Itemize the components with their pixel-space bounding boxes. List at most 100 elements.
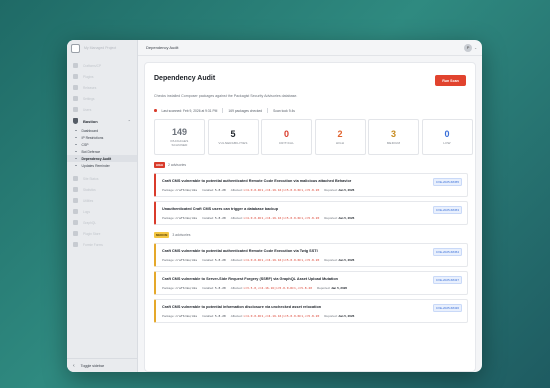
sidebar-item-label: Plugins <box>83 74 94 79</box>
stat-value: 5 <box>230 128 236 139</box>
stat-label-line: SCANNED <box>171 142 188 147</box>
package-label: Package: <box>162 258 175 262</box>
stat-high: 2 HIGH <box>314 119 366 155</box>
sidebar-item-blurred-9[interactable]: GraphQL <box>67 217 137 228</box>
vulnerability-details: Package: craftcms/cms Installed: 5.8.20 … <box>162 286 347 290</box>
sidebar-item-label: Bastion <box>83 118 98 124</box>
stat-vulnerabilities: 5 VULNERABILITIES <box>207 119 259 155</box>
severity-badge-medium: MEDIUM <box>154 232 170 238</box>
vulnerability-row[interactable]: Craft CMS vulnerable to potential authen… <box>154 173 468 197</box>
sidebar-item-label: Dashboard <box>81 128 99 133</box>
nav-icon <box>73 198 78 203</box>
package-name: craftcms/cms <box>175 286 198 290</box>
cve-badge[interactable]: CVE-2025-68455 <box>432 178 462 186</box>
stat-label: PACKAGES SCANNED <box>171 139 189 147</box>
nav-icon <box>73 231 78 236</box>
sidebar-item-blurred-0[interactable]: Craftcms/CP <box>67 60 137 71</box>
sidebar-subitem-updates-reminder[interactable]: Updates Reminder <box>67 162 137 169</box>
stat-value: 0 <box>283 128 289 139</box>
avatar[interactable]: P <box>464 43 473 52</box>
toggle-sidebar-button[interactable]: ‹ Toggle sidebar <box>67 358 138 372</box>
sidebar-item-blurred-4[interactable]: Users <box>67 104 137 115</box>
affected-range: >=3.5.0,<=4.16.16|>=5.0.0-RC1,<=5.8.20 <box>243 286 313 290</box>
status-dot-icon <box>154 109 157 112</box>
sidebar-item-label: Formie Forms <box>83 242 103 247</box>
stat-low: 0 LOW <box>421 119 473 155</box>
installed-version: 5.8.20 <box>214 216 226 220</box>
vulnerability-row[interactable]: Craft CMS vulnerable to potential inform… <box>154 299 468 323</box>
vulnerability-row[interactable]: Unauthenticated Craft CMS users can trig… <box>154 201 468 225</box>
sidebar-item-label: Craftcms/CP <box>83 63 102 68</box>
cve-badge[interactable]: CVE-2025-68454 <box>432 248 462 256</box>
installed-version: 5.8.20 <box>214 188 226 192</box>
sidebar-item-blurred-3[interactable]: Settings <box>67 93 137 104</box>
installed-info: Installed: 5.8.20 <box>202 286 226 290</box>
reported-label: Reported: <box>324 188 338 192</box>
reported-label: Reported: <box>317 286 331 290</box>
sidebar-item-label: Users <box>83 107 92 112</box>
sidebar-item-label: IP Restrictions <box>81 135 104 140</box>
vulnerability-row[interactable]: Craft CMS vulnerable to Server-Side Requ… <box>154 271 468 295</box>
sidebar-item-blurred-11[interactable]: Formie Forms <box>67 239 137 250</box>
page-subtitle: Checks installed Composer packages again… <box>154 94 298 98</box>
affected-info: Affected: >=4.0.0-RC1,<=4.16.16|>=5.0.0-… <box>231 216 320 220</box>
affected-label: Affected: <box>230 216 243 220</box>
sidebar-item-label: Site Status <box>83 176 99 181</box>
advisory-count: 3 advisories <box>172 233 191 237</box>
advisory-count: 2 advisories <box>168 163 187 167</box>
package-label: Package: <box>162 314 175 318</box>
cve-badge[interactable]: CVE-2025-68437 <box>432 276 462 284</box>
package-info: Package: craftcms/cms <box>162 258 197 262</box>
stat-label: MEDIUM <box>386 140 401 145</box>
sidebar-item-blurred-10[interactable]: Plugin Store <box>67 228 137 239</box>
cve-badge[interactable]: CVE-2025-68436 <box>432 304 462 312</box>
vulnerability-details: Package: craftcms/cms Installed: 5.8.20 … <box>162 314 354 318</box>
sidebar-item-blurred-2[interactable]: Releases <box>67 82 137 93</box>
sidebar-item-blurred-5[interactable]: Site Status <box>67 173 137 184</box>
reported-date: Jan 5, 2026 <box>338 188 355 192</box>
sidebar-subitem-dashboard[interactable]: Dashboard <box>67 127 137 134</box>
affected-info: Affected: >=4.0.0-RC1,<=4.16.16|>=5.0.0-… <box>231 188 320 192</box>
sidebar-subitem-dependency-audit[interactable]: Dependency Audit <box>67 155 137 162</box>
sidebar-item-bastion[interactable]: Bastion ⌃ <box>67 115 137 127</box>
reported-date: Jan 5, 2026 <box>338 314 355 318</box>
nav-icon <box>73 187 78 192</box>
shield-icon <box>73 118 78 124</box>
stat-value: 2 <box>337 128 343 139</box>
sidebar-item-label: Logs <box>83 209 90 214</box>
vulnerability-title: Craft CMS vulnerable to potential authen… <box>162 249 318 253</box>
sidebar-subitem-bot-defence[interactable]: Bot Defence <box>67 148 137 155</box>
bullet-icon <box>75 150 77 153</box>
scan-duration: Scan took 9.4s <box>273 108 295 113</box>
stat-label: VULNERABILITIES <box>218 140 248 145</box>
package-label: Package: <box>162 188 175 192</box>
reported-date: Jan 5, 2026 <box>331 286 348 290</box>
cve-badge[interactable]: CVE-2025-68453 <box>432 206 462 214</box>
sidebar-item-blurred-1[interactable]: Plugins <box>67 71 137 82</box>
page-title: Dependency Audit <box>154 75 216 82</box>
sidebar-item-label: CSP <box>81 142 89 147</box>
site-logo-icon[interactable] <box>71 43 80 53</box>
chevron-down-icon[interactable]: ⌄ <box>474 46 477 50</box>
installed-info: Installed: 5.8.20 <box>202 258 226 262</box>
sidebar-item-label: Releases <box>83 85 97 90</box>
sidebar-subitem-csp[interactable]: CSP <box>67 141 137 148</box>
sidebar-subitem-ip-restrictions[interactable]: IP Restrictions <box>67 134 137 141</box>
stat-label: HIGH <box>335 140 345 145</box>
bullet-icon <box>75 164 77 167</box>
sidebar-item-label: Settings <box>83 96 95 101</box>
sidebar-item-label: Utilities <box>83 198 94 203</box>
last-scanned: Last scanned: Feb 9, 2026 at 9:31 PM <box>161 108 218 113</box>
project-name[interactable]: My Managed Project <box>84 46 116 50</box>
run-scan-button[interactable]: Run Scan <box>435 75 466 86</box>
sidebar-item-blurred-8[interactable]: Logs <box>67 206 137 217</box>
app-window: My Managed Project Craftcms/CP Plugins R… <box>67 40 482 372</box>
sidebar-item-blurred-7[interactable]: Utilities <box>67 195 137 206</box>
affected-info: Affected: >=3.5.0,<=4.16.16|>=5.0.0-RC1,… <box>231 286 312 290</box>
sidebar-item-blurred-6[interactable]: Statistics <box>67 184 137 195</box>
package-info: Package: craftcms/cms <box>162 188 197 192</box>
sidebar-item-label: Bot Defence <box>81 149 101 154</box>
installed-label: Installed: <box>202 216 215 220</box>
sidebar-item-label: Plugin Store <box>83 231 101 236</box>
vulnerability-row[interactable]: Craft CMS vulnerable to potential authen… <box>154 243 468 267</box>
